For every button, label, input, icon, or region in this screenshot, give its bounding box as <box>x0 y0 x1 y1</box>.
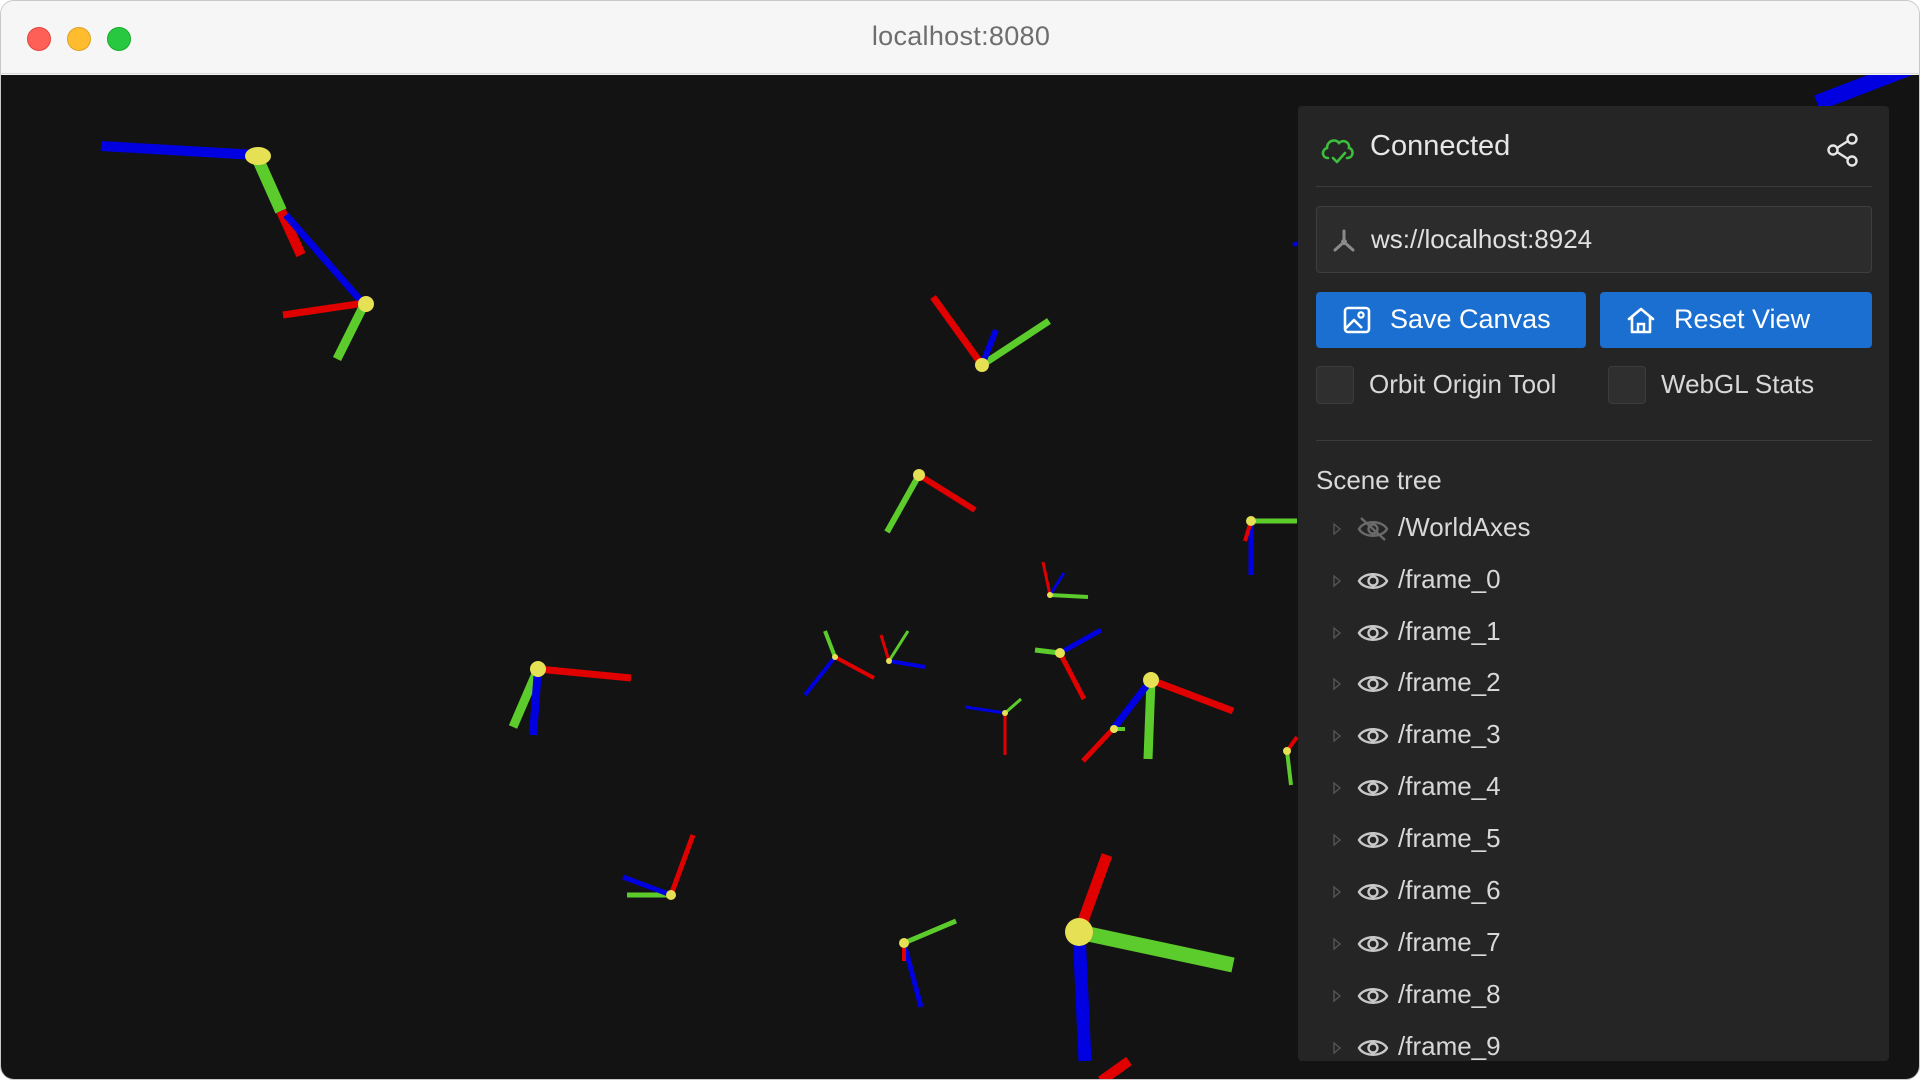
coordinate-frame-gizmo <box>1065 853 1235 1079</box>
chevron-right-icon[interactable] <box>1332 677 1342 691</box>
chevron-right-icon[interactable] <box>1332 522 1342 536</box>
scene-tree-item-frame-8[interactable]: /frame_8 <box>1316 977 1872 1023</box>
coordinate-frame-gizmo <box>508 661 632 736</box>
image-icon <box>1343 306 1371 334</box>
chevron-right-icon[interactable] <box>1332 729 1342 743</box>
coordinate-frame-gizmo <box>1034 627 1103 701</box>
coordinate-frame-gizmo <box>964 697 1022 755</box>
coordinate-frame-gizmo <box>930 294 1051 372</box>
scene-tree-item-frame-2[interactable]: /frame_2 <box>1316 665 1872 711</box>
coordinate-frame-gizmo <box>879 630 926 669</box>
coordinate-frame-gizmo <box>1041 561 1089 599</box>
chevron-right-icon[interactable] <box>1332 626 1342 640</box>
scene-tree-item-label: /frame_0 <box>1398 564 1501 594</box>
scene-tree-item-label: /frame_5 <box>1398 823 1501 853</box>
eye-icon[interactable] <box>1356 878 1390 906</box>
scene-tree-item-worldaxes[interactable]: /WorldAxes <box>1316 510 1872 556</box>
scene-tree-title: Scene tree <box>1316 465 1442 495</box>
scene-tree-item-frame-9[interactable]: /frame_9 <box>1316 1029 1872 1061</box>
coordinate-frame-gizmo <box>1283 735 1299 786</box>
scene-tree-item-label: /frame_3 <box>1398 719 1501 749</box>
connection-status-label: Connected <box>1370 130 1511 162</box>
coordinate-frame-gizmo <box>1243 516 1297 575</box>
scene-tree-item-label: /frame_4 <box>1398 771 1501 801</box>
scene-tree-item-label: /frame_2 <box>1398 667 1501 697</box>
eye-icon[interactable] <box>1356 774 1390 802</box>
home-icon <box>1627 307 1655 334</box>
server-url-input[interactable] <box>1371 207 1861 272</box>
eye-icon[interactable] <box>1356 1034 1390 1061</box>
robot-arm-icon <box>1333 229 1355 252</box>
cloud-check-icon <box>1321 139 1354 164</box>
scene-tree-item-frame-0[interactable]: /frame_0 <box>1316 562 1872 608</box>
coordinate-frame-gizmo <box>100 141 364 304</box>
orbit-origin-tool-checkbox[interactable] <box>1316 366 1354 404</box>
divider <box>1316 186 1872 187</box>
webgl-stats-checkbox[interactable] <box>1608 366 1646 404</box>
chevron-right-icon[interactable] <box>1332 937 1342 951</box>
scene-tree-item-frame-6[interactable]: /frame_6 <box>1316 873 1872 919</box>
eye-icon[interactable] <box>1356 619 1390 647</box>
scene-tree-item-label: /frame_7 <box>1398 927 1501 957</box>
control-panel: Connected Save Canvas <box>1298 106 1889 1061</box>
coordinate-frame-gizmo <box>884 469 977 534</box>
scene-tree-item-frame-1[interactable]: /frame_1 <box>1316 614 1872 660</box>
eye-off-icon[interactable] <box>1356 515 1390 543</box>
scene-tree-item-frame-5[interactable]: /frame_5 <box>1316 821 1872 867</box>
eye-icon[interactable] <box>1356 982 1390 1010</box>
scene-tree-item-label: /frame_1 <box>1398 616 1501 646</box>
orbit-origin-tool-label: Orbit Origin Tool <box>1369 369 1557 399</box>
coordinate-frame-gizmo <box>803 630 875 697</box>
chevron-right-icon[interactable] <box>1332 574 1342 588</box>
scene-tree-item-label: /frame_9 <box>1398 1031 1501 1061</box>
reset-view-label: Reset View <box>1674 304 1811 334</box>
coordinate-frame-gizmo <box>282 296 374 362</box>
eye-icon[interactable] <box>1356 567 1390 595</box>
save-canvas-button[interactable]: Save Canvas <box>1316 292 1586 348</box>
scene-tree-item-label: /frame_6 <box>1398 875 1501 905</box>
chevron-right-icon[interactable] <box>1332 833 1342 847</box>
scene-tree-item-frame-4[interactable]: /frame_4 <box>1316 769 1872 815</box>
divider <box>1316 440 1872 441</box>
coordinate-frame-gizmo <box>622 834 696 900</box>
scene-tree-item-label: /WorldAxes <box>1398 512 1531 542</box>
coordinate-frame-gizmo <box>899 918 957 1008</box>
eye-icon[interactable] <box>1356 826 1390 854</box>
title-bar: localhost:8080 <box>1 1 1919 74</box>
scene-tree-item-frame-7[interactable]: /frame_7 <box>1316 925 1872 971</box>
reset-view-button[interactable]: Reset View <box>1600 292 1872 348</box>
chevron-right-icon[interactable] <box>1332 885 1342 899</box>
window-title: localhost:8080 <box>871 21 1051 51</box>
server-url-field[interactable] <box>1316 206 1872 273</box>
share-icon[interactable] <box>1826 132 1860 168</box>
chevron-right-icon[interactable] <box>1332 781 1342 795</box>
save-canvas-label: Save Canvas <box>1390 304 1551 334</box>
coordinate-frame-gizmo <box>1081 672 1235 763</box>
chevron-right-icon[interactable] <box>1332 1041 1342 1055</box>
browser-window: localhost:8080 Connected ws://localhost:… <box>0 0 1920 1080</box>
webgl-stats-label: WebGL Stats <box>1661 369 1815 399</box>
scene-tree-item-label: /frame_8 <box>1398 979 1501 1009</box>
eye-icon[interactable] <box>1356 670 1390 698</box>
eye-icon[interactable] <box>1356 930 1390 958</box>
eye-icon[interactable] <box>1356 722 1390 750</box>
scene-tree-item-frame-3[interactable]: /frame_3 <box>1316 717 1872 763</box>
chevron-right-icon[interactable] <box>1332 989 1342 1003</box>
